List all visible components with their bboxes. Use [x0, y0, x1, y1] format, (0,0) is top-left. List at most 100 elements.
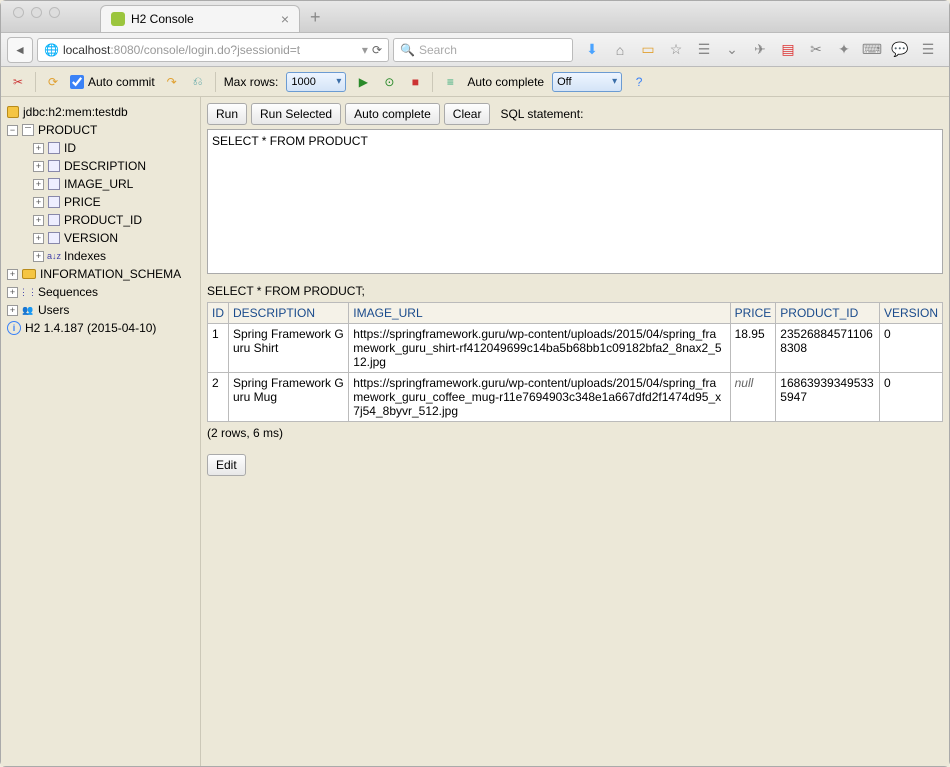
tree-table-product[interactable]: − PRODUCT: [5, 121, 196, 139]
bookmark-star-icon[interactable]: ☆: [667, 41, 685, 59]
col-header[interactable]: PRODUCT_ID: [776, 303, 880, 324]
result-summary: (2 rows, 6 ms): [207, 426, 943, 440]
browser-toolbar: ◄ 🌐 localhost:8080/console/login.do?jses…: [1, 33, 949, 67]
database-icon: [7, 106, 19, 118]
history-icon[interactable]: ≡: [441, 73, 459, 91]
tree-indexes[interactable]: +a↓zIndexes: [5, 247, 196, 265]
expand-icon[interactable]: +: [33, 143, 44, 154]
chat-icon[interactable]: 💬: [891, 41, 909, 59]
auto-commit-toggle[interactable]: Auto commit: [70, 75, 155, 89]
sql-controls: Run Run Selected Auto complete Clear SQL…: [201, 97, 949, 129]
expand-icon[interactable]: +: [33, 215, 44, 226]
expand-icon[interactable]: +: [33, 197, 44, 208]
tree-db[interactable]: jdbc:h2:mem:testdb: [5, 103, 196, 121]
list-icon[interactable]: ☰: [695, 41, 713, 59]
tree-column[interactable]: +ID: [5, 139, 196, 157]
tree-users[interactable]: +👥Users: [5, 301, 196, 319]
window-controls: [13, 7, 60, 18]
table-cell: null: [730, 373, 776, 422]
menu-icon[interactable]: ☰: [919, 41, 937, 59]
col-header[interactable]: VERSION: [879, 303, 942, 324]
edit-button[interactable]: Edit: [207, 454, 246, 476]
col-header[interactable]: PRICE: [730, 303, 776, 324]
search-field[interactable]: 🔍 Search: [393, 38, 573, 62]
column-icon: [48, 214, 60, 226]
browser-tab-strip: H2 Console × +: [1, 1, 949, 33]
refresh-icon[interactable]: ⟳: [44, 73, 62, 91]
sql-label: SQL statement:: [500, 107, 583, 121]
run-button[interactable]: Run: [207, 103, 247, 125]
disconnect-icon[interactable]: ✂: [9, 73, 27, 91]
table-icon: [22, 124, 34, 136]
home-icon[interactable]: ⌂: [611, 41, 629, 59]
col-header[interactable]: DESCRIPTION: [229, 303, 349, 324]
clear-button[interactable]: Clear: [444, 103, 491, 125]
keyboard-icon[interactable]: ⌨: [863, 41, 881, 59]
h2-toolbar: ✂ ⟳ Auto commit ↷ ⎌ Max rows: 1000 ▾ ▶ ⊙…: [1, 67, 949, 97]
help-icon[interactable]: ?: [630, 73, 648, 91]
commit-icon[interactable]: ↷: [163, 73, 181, 91]
run-selected-button[interactable]: Run Selected: [251, 103, 341, 125]
table-cell: 1: [208, 324, 229, 373]
expand-icon[interactable]: +: [33, 251, 44, 262]
browser-action-icons: ⬇ ⌂ ▭ ☆ ☰ ⌄ ✈ ▤ ✂ ✦ ⌨ 💬 ☰: [577, 41, 943, 59]
tree-version: iH2 1.4.187 (2015-04-10): [5, 319, 196, 337]
search-placeholder: Search: [419, 43, 457, 57]
col-header[interactable]: IMAGE_URL: [349, 303, 730, 324]
expand-icon[interactable]: +: [7, 305, 18, 316]
tree-column[interactable]: +PRICE: [5, 193, 196, 211]
tree-sequences[interactable]: +⋮⋮Sequences: [5, 283, 196, 301]
maximize-window-icon[interactable]: [49, 7, 60, 18]
auto-commit-checkbox[interactable]: [70, 75, 84, 89]
max-rows-select[interactable]: 1000 ▾: [286, 72, 346, 92]
expand-icon[interactable]: +: [7, 269, 18, 280]
new-tab-button[interactable]: +: [300, 3, 331, 32]
column-icon: [48, 196, 60, 208]
url-text: localhost:8080/console/login.do?jsession…: [63, 43, 358, 57]
close-window-icon[interactable]: [13, 7, 24, 18]
auto-complete-button[interactable]: Auto complete: [345, 103, 440, 125]
search-icon: 🔍: [400, 43, 415, 57]
tree-column[interactable]: +VERSION: [5, 229, 196, 247]
sql-textarea[interactable]: [207, 129, 943, 274]
expand-icon[interactable]: +: [33, 233, 44, 244]
screenshot-icon[interactable]: ✂: [807, 41, 825, 59]
addon-icon[interactable]: ✦: [835, 41, 853, 59]
pocket-icon[interactable]: ⌄: [723, 41, 741, 59]
column-icon: [48, 160, 60, 172]
stop-icon[interactable]: ■: [406, 73, 424, 91]
table-cell: 0: [879, 373, 942, 422]
run-selected-icon[interactable]: ⊙: [380, 73, 398, 91]
minimize-window-icon[interactable]: [31, 7, 42, 18]
send-icon[interactable]: ✈: [751, 41, 769, 59]
expand-icon[interactable]: +: [33, 161, 44, 172]
rollback-icon[interactable]: ⎌: [189, 73, 207, 91]
reload-icon[interactable]: ⟳: [372, 43, 382, 57]
table-cell: https://springframework.guru/wp-content/…: [349, 324, 730, 373]
expand-icon[interactable]: +: [7, 287, 18, 298]
max-rows-label: Max rows:: [224, 75, 279, 89]
column-icon: [48, 178, 60, 190]
download-icon[interactable]: ⬇: [583, 41, 601, 59]
folder-icon[interactable]: ▭: [639, 41, 657, 59]
table-header-row: ID DESCRIPTION IMAGE_URL PRICE PRODUCT_I…: [208, 303, 943, 324]
tree-column[interactable]: +IMAGE_URL: [5, 175, 196, 193]
auto-complete-label: Auto complete: [467, 75, 544, 89]
pdf-icon[interactable]: ▤: [779, 41, 797, 59]
collapse-icon[interactable]: −: [7, 125, 18, 136]
col-header[interactable]: ID: [208, 303, 229, 324]
close-tab-icon[interactable]: ×: [281, 11, 289, 27]
back-button[interactable]: ◄: [7, 37, 33, 63]
auto-complete-select[interactable]: Off ▾: [552, 72, 622, 92]
main-area: jdbc:h2:mem:testdb − PRODUCT +ID +DESCRI…: [1, 97, 949, 766]
tree-column[interactable]: +PRODUCT_ID: [5, 211, 196, 229]
tree-column[interactable]: +DESCRIPTION: [5, 157, 196, 175]
run-icon[interactable]: ▶: [354, 73, 372, 91]
index-icon: a↓z: [48, 250, 60, 262]
tree-info-schema[interactable]: +INFORMATION_SCHEMA: [5, 265, 196, 283]
history-dropdown-icon[interactable]: ▾: [362, 43, 368, 57]
browser-tab[interactable]: H2 Console ×: [100, 5, 300, 32]
table-cell: Spring Framework Guru Shirt: [229, 324, 349, 373]
url-field[interactable]: 🌐 localhost:8080/console/login.do?jsessi…: [37, 38, 389, 62]
expand-icon[interactable]: +: [33, 179, 44, 190]
